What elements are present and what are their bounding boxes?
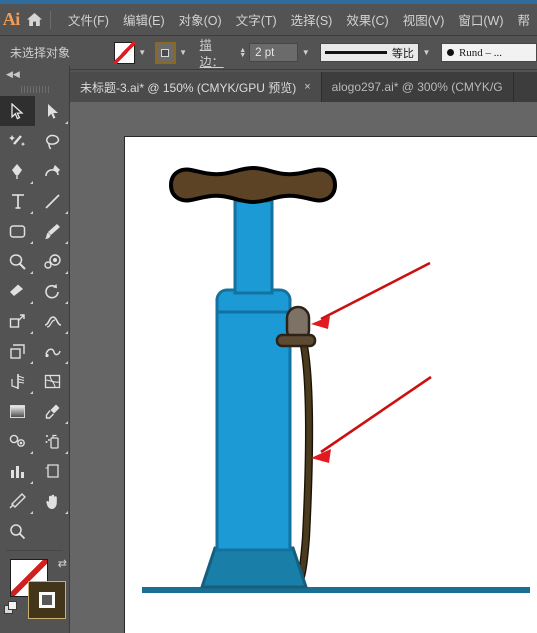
pump-artwork [142,165,530,593]
menu-item-window[interactable]: 窗口(W) [451,4,510,36]
mesh-tool[interactable] [35,366,70,396]
stroke-weight-chevron-down-icon[interactable]: ▼ [299,42,312,64]
width-tool[interactable] [35,306,70,336]
stroke-color-swatch[interactable] [154,41,176,64]
eraser-tool[interactable] [0,276,35,306]
pump-shaft [233,199,274,295]
artboard[interactable] [124,136,537,633]
menu-item-view[interactable]: 视图(V) [396,4,452,36]
stroke-profile-label: 等比 [391,47,414,60]
column-graph-tool[interactable] [0,456,35,486]
gradient-tool[interactable] [0,396,35,426]
stroke-weight-stepper[interactable]: ▲ ▼ [239,47,246,59]
artboard-tool[interactable] [35,456,70,486]
scale-tool[interactable] [0,306,35,336]
document-tab-bar: 未标题-3.ai* @ 150% (CMYK/GPU 预览) × alogo29… [70,72,537,102]
tab-label: alogo297.ai* @ 300% (CMYK/G [331,80,503,94]
pump-handle [168,165,338,205]
tab-alogo297[interactable]: alogo297.ai* @ 300% (CMYK/G [322,72,514,102]
stroke-weight-input[interactable]: 2 pt [249,43,299,62]
lasso-tool[interactable] [35,126,70,156]
stroke-profile-dropdown[interactable]: 等比 [320,43,419,62]
document-canvas[interactable] [70,102,537,633]
close-icon[interactable]: × [304,81,310,93]
perspective-grid-tool[interactable] [0,366,35,396]
tool-grid [0,96,69,546]
swap-arrows-icon[interactable]: ⇄ [58,557,67,570]
paintbrush-tool[interactable] [35,216,70,246]
symbol-sprayer-tool[interactable] [35,426,70,456]
shape-builder-tool[interactable] [35,336,70,366]
annotation-arrow-line-1 [320,261,431,321]
stroke-chevron-down-icon[interactable]: ▼ [177,42,190,64]
menu-item-file[interactable]: 文件(F) [61,4,116,36]
control-bar: 未选择对象 ▼ ▼ 描边： ▲ ▼ 2 pt ▼ 等比 ▼ Rund – ... [0,36,537,70]
collapse-chevrons-icon[interactable]: ◀◀ [0,66,69,82]
menu-divider [50,10,51,29]
menu-bar: Ai 文件(F) 编辑(E) 对象(O) 文字(T) 选择(S) 效果(C) 视… [0,4,537,36]
zoom-tool[interactable] [0,516,35,546]
brush-dot-icon [446,49,454,56]
annotation-arrow-line-2 [320,375,432,454]
rotate-tool[interactable] [35,276,70,306]
tool-empty-slot [35,516,70,546]
app-logo-icon: Ai [2,9,20,29]
slice-tool[interactable] [0,486,35,516]
eyedropper-tool[interactable] [35,396,70,426]
menu-item-help[interactable]: 帮 [510,4,537,36]
brush-definition-dropdown[interactable]: Rund – ... [440,43,537,62]
stroke-profile-chevron-down-icon[interactable]: ▼ [420,42,433,64]
curvature-tool[interactable] [35,156,70,186]
stroke-weight-label[interactable]: 描边： [200,36,234,70]
home-icon[interactable] [23,4,47,36]
profile-line-icon [325,51,388,54]
pen-tool[interactable] [0,156,35,186]
tools-divider [6,550,63,551]
brush-definition-label: Rund – ... [458,46,503,59]
menu-item-list: 文件(F) 编辑(E) 对象(O) 文字(T) 选择(S) 效果(C) 视图(V… [55,4,537,36]
blend-tool[interactable] [0,426,35,456]
hand-tool[interactable] [35,486,70,516]
default-fill-stroke-icon[interactable] [4,601,18,620]
menu-item-object[interactable]: 对象(O) [172,4,229,36]
illustrator-window: Ai 文件(F) 编辑(E) 对象(O) 文字(T) 选择(S) 效果(C) 视… [0,0,537,633]
valve-clamp-lever [275,333,317,348]
panel-grip[interactable] [0,82,69,96]
magic-wand-tool[interactable] [0,126,35,156]
shaper-tool[interactable] [0,246,35,276]
selection-tool[interactable] [0,96,35,126]
rectangle-tool[interactable] [0,216,35,246]
tools-panel: ◀◀ ⇄ [0,66,70,633]
fill-color-swatch[interactable] [114,41,135,64]
blob-brush-tool[interactable] [35,246,70,276]
free-transform-tool[interactable] [0,336,35,366]
fill-stroke-indicator: ⇄ [0,555,70,629]
type-tool[interactable] [0,186,35,216]
fill-chevron-down-icon[interactable]: ▼ [136,42,149,64]
tab-label: 未标题-3.ai* @ 150% (CMYK/GPU 预览) [80,80,297,95]
selection-status-label: 未选择对象 [10,46,71,60]
direct-selection-tool[interactable] [35,96,70,126]
pump-foot [199,546,309,589]
menu-item-effect[interactable]: 效果(C) [339,4,395,36]
tab-untitled-3[interactable]: 未标题-3.ai* @ 150% (CMYK/GPU 预览) × [70,72,322,102]
line-segment-tool[interactable] [35,186,70,216]
menu-item-type[interactable]: 文字(T) [229,4,284,36]
stroke-indicator[interactable] [28,581,66,619]
menu-item-select[interactable]: 选择(S) [284,4,340,36]
menu-item-edit[interactable]: 编辑(E) [116,4,172,36]
